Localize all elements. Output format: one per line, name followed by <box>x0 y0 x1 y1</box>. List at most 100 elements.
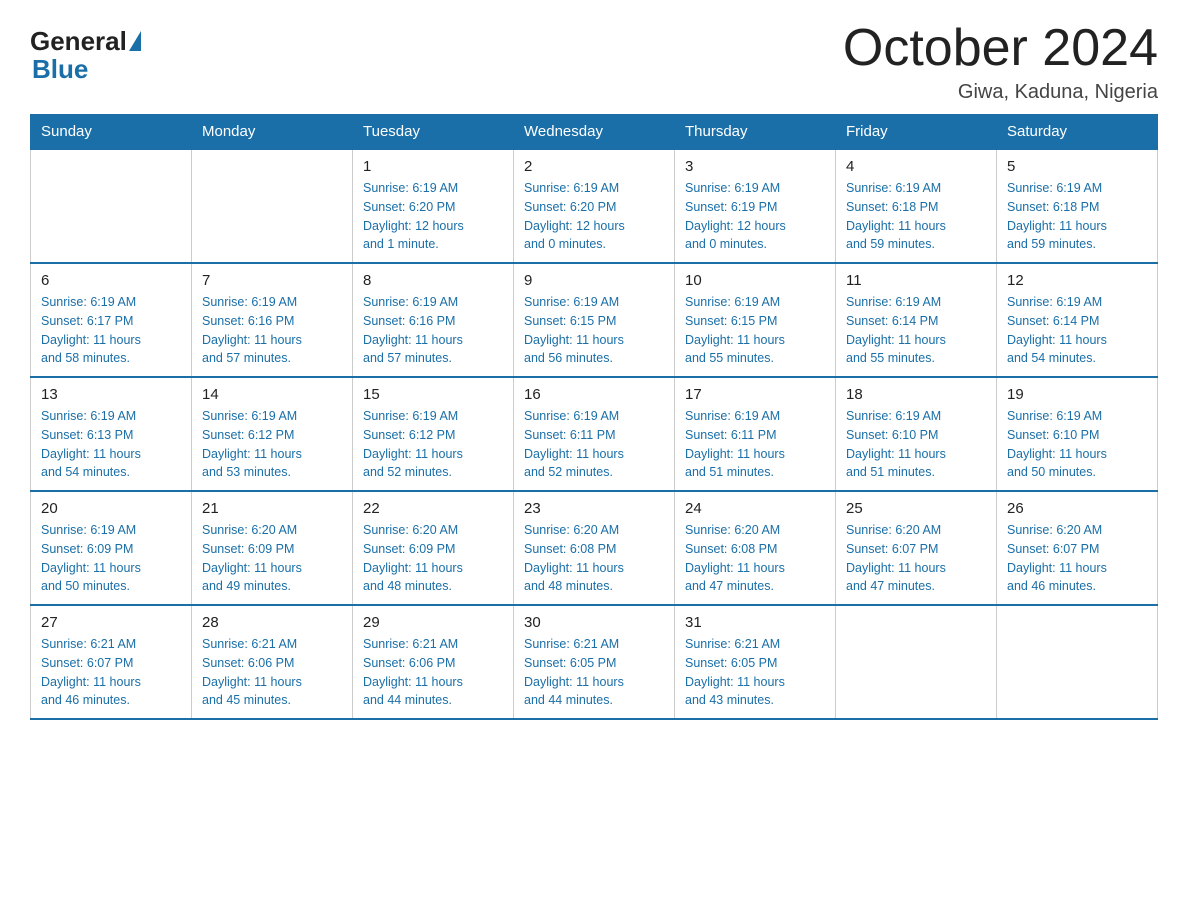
day-number: 8 <box>363 272 503 289</box>
day-info: Sunrise: 6:19 AMSunset: 6:14 PMDaylight:… <box>1007 293 1147 368</box>
day-number: 15 <box>363 386 503 403</box>
calendar-cell: 2 Sunrise: 6:19 AMSunset: 6:20 PMDaylight… <box>514 149 675 263</box>
day-info: Sunrise: 6:19 AMSunset: 6:16 PMDaylight:… <box>363 293 503 368</box>
calendar-cell: 18Sunrise: 6:19 AMSunset: 6:10 PMDayligh… <box>836 377 997 491</box>
calendar-cell: 20 Sunrise: 6:19 AMSunset: 6:09 PMDayligh… <box>31 491 192 605</box>
calendar-cell: 11 Sunrise: 6:19 AMSunset: 6:14 PMDayligh… <box>836 263 997 377</box>
calendar-week-row: 20 Sunrise: 6:19 AMSunset: 6:09 PMDayligh… <box>31 491 1158 605</box>
day-number: 11 <box>846 272 986 289</box>
calendar-cell: 23 Sunrise: 6:20 AMSunset: 6:08 PMDayligh… <box>514 491 675 605</box>
calendar-cell: 1 Sunrise: 6:19 AMSunset: 6:20 PMDaylight… <box>353 149 514 263</box>
calendar-table: SundayMondayTuesdayWednesdayThursdayFrid… <box>30 114 1158 720</box>
day-info: Sunrise: 6:19 AMSunset: 6:10 PMDaylight:… <box>1007 407 1147 482</box>
calendar-cell <box>192 149 353 263</box>
day-number: 5 <box>1007 158 1147 175</box>
day-number: 27 <box>41 614 181 631</box>
day-info: Sunrise: 6:19 AMSunset: 6:18 PMDaylight:… <box>846 179 986 254</box>
day-number: 14 <box>202 386 342 403</box>
day-number: 4 <box>846 158 986 175</box>
day-info: Sunrise: 6:19 AMSunset: 6:12 PMDaylight:… <box>363 407 503 482</box>
page-header: General Blue October 2024 Giwa, Kaduna, … <box>30 20 1158 104</box>
logo-blue-text: Blue <box>32 54 88 85</box>
day-info: Sunrise: 6:19 AMSunset: 6:14 PMDaylight:… <box>846 293 986 368</box>
calendar-cell: 25 Sunrise: 6:20 AMSunset: 6:07 PMDayligh… <box>836 491 997 605</box>
day-info: Sunrise: 6:19 AMSunset: 6:16 PMDaylight:… <box>202 293 342 368</box>
calendar-cell: 21 Sunrise: 6:20 AMSunset: 6:09 PMDayligh… <box>192 491 353 605</box>
day-info: Sunrise: 6:20 AMSunset: 6:09 PMDaylight:… <box>363 521 503 596</box>
day-info: Sunrise: 6:19 AMSunset: 6:12 PMDaylight:… <box>202 407 342 482</box>
day-number: 19 <box>1007 386 1147 403</box>
calendar-week-row: 13Sunrise: 6:19 AMSunset: 6:13 PMDayligh… <box>31 377 1158 491</box>
day-number: 21 <box>202 500 342 517</box>
day-number: 28 <box>202 614 342 631</box>
day-number: 6 <box>41 272 181 289</box>
month-title: October 2024 <box>843 20 1158 77</box>
day-info: Sunrise: 6:19 AMSunset: 6:13 PMDaylight:… <box>41 407 181 482</box>
calendar-cell: 12 Sunrise: 6:19 AMSunset: 6:14 PMDayligh… <box>997 263 1158 377</box>
day-number: 2 <box>524 158 664 175</box>
day-number: 23 <box>524 500 664 517</box>
day-info: Sunrise: 6:19 AMSunset: 6:18 PMDaylight:… <box>1007 179 1147 254</box>
location-text: Giwa, Kaduna, Nigeria <box>843 81 1158 104</box>
logo-general-text: General <box>30 28 127 54</box>
calendar-cell: 27 Sunrise: 6:21 AMSunset: 6:07 PMDayligh… <box>31 605 192 719</box>
calendar-cell: 7 Sunrise: 6:19 AMSunset: 6:16 PMDaylight… <box>192 263 353 377</box>
calendar-cell: 13Sunrise: 6:19 AMSunset: 6:13 PMDayligh… <box>31 377 192 491</box>
calendar-cell: 22Sunrise: 6:20 AMSunset: 6:09 PMDayligh… <box>353 491 514 605</box>
day-info: Sunrise: 6:20 AMSunset: 6:09 PMDaylight:… <box>202 521 342 596</box>
day-number: 29 <box>363 614 503 631</box>
day-number: 26 <box>1007 500 1147 517</box>
calendar-cell <box>31 149 192 263</box>
calendar-cell: 9 Sunrise: 6:19 AMSunset: 6:15 PMDaylight… <box>514 263 675 377</box>
day-number: 12 <box>1007 272 1147 289</box>
day-info: Sunrise: 6:19 AMSunset: 6:20 PMDaylight:… <box>524 179 664 254</box>
calendar-header-wednesday: Wednesday <box>514 115 675 150</box>
calendar-cell: 10 Sunrise: 6:19 AMSunset: 6:15 PMDayligh… <box>675 263 836 377</box>
day-number: 31 <box>685 614 825 631</box>
day-number: 16 <box>524 386 664 403</box>
day-number: 10 <box>685 272 825 289</box>
calendar-cell: 24 Sunrise: 6:20 AMSunset: 6:08 PMDayligh… <box>675 491 836 605</box>
day-number: 30 <box>524 614 664 631</box>
calendar-header-friday: Friday <box>836 115 997 150</box>
day-info: Sunrise: 6:19 AMSunset: 6:09 PMDaylight:… <box>41 521 181 596</box>
calendar-cell: 5 Sunrise: 6:19 AMSunset: 6:18 PMDaylight… <box>997 149 1158 263</box>
calendar-cell: 15 Sunrise: 6:19 AMSunset: 6:12 PMDayligh… <box>353 377 514 491</box>
day-info: Sunrise: 6:20 AMSunset: 6:08 PMDaylight:… <box>524 521 664 596</box>
calendar-week-row: 1 Sunrise: 6:19 AMSunset: 6:20 PMDaylight… <box>31 149 1158 263</box>
calendar-cell: 4 Sunrise: 6:19 AMSunset: 6:18 PMDaylight… <box>836 149 997 263</box>
calendar-header-sunday: Sunday <box>31 115 192 150</box>
calendar-cell <box>836 605 997 719</box>
calendar-cell: 8 Sunrise: 6:19 AMSunset: 6:16 PMDaylight… <box>353 263 514 377</box>
day-info: Sunrise: 6:21 AMSunset: 6:07 PMDaylight:… <box>41 635 181 710</box>
day-info: Sunrise: 6:21 AMSunset: 6:06 PMDaylight:… <box>363 635 503 710</box>
calendar-week-row: 27 Sunrise: 6:21 AMSunset: 6:07 PMDayligh… <box>31 605 1158 719</box>
calendar-header-tuesday: Tuesday <box>353 115 514 150</box>
day-number: 20 <box>41 500 181 517</box>
day-info: Sunrise: 6:20 AMSunset: 6:07 PMDaylight:… <box>846 521 986 596</box>
day-info: Sunrise: 6:20 AMSunset: 6:08 PMDaylight:… <box>685 521 825 596</box>
calendar-cell <box>997 605 1158 719</box>
day-info: Sunrise: 6:19 AMSunset: 6:20 PMDaylight:… <box>363 179 503 254</box>
calendar-cell: 14 Sunrise: 6:19 AMSunset: 6:12 PMDayligh… <box>192 377 353 491</box>
day-number: 1 <box>363 158 503 175</box>
day-info: Sunrise: 6:19 AMSunset: 6:10 PMDaylight:… <box>846 407 986 482</box>
calendar-cell: 29 Sunrise: 6:21 AMSunset: 6:06 PMDayligh… <box>353 605 514 719</box>
day-info: Sunrise: 6:19 AMSunset: 6:11 PMDaylight:… <box>685 407 825 482</box>
calendar-cell: 30 Sunrise: 6:21 AMSunset: 6:05 PMDayligh… <box>514 605 675 719</box>
day-info: Sunrise: 6:19 AMSunset: 6:19 PMDaylight:… <box>685 179 825 254</box>
calendar-week-row: 6 Sunrise: 6:19 AMSunset: 6:17 PMDaylight… <box>31 263 1158 377</box>
day-number: 9 <box>524 272 664 289</box>
day-number: 25 <box>846 500 986 517</box>
calendar-cell: 26Sunrise: 6:20 AMSunset: 6:07 PMDayligh… <box>997 491 1158 605</box>
day-info: Sunrise: 6:19 AMSunset: 6:15 PMDaylight:… <box>685 293 825 368</box>
day-number: 3 <box>685 158 825 175</box>
day-info: Sunrise: 6:21 AMSunset: 6:05 PMDaylight:… <box>524 635 664 710</box>
day-number: 7 <box>202 272 342 289</box>
calendar-cell: 31Sunrise: 6:21 AMSunset: 6:05 PMDayligh… <box>675 605 836 719</box>
day-info: Sunrise: 6:19 AMSunset: 6:17 PMDaylight:… <box>41 293 181 368</box>
day-number: 24 <box>685 500 825 517</box>
calendar-cell: 17Sunrise: 6:19 AMSunset: 6:11 PMDayligh… <box>675 377 836 491</box>
day-info: Sunrise: 6:19 AMSunset: 6:15 PMDaylight:… <box>524 293 664 368</box>
calendar-cell: 3 Sunrise: 6:19 AMSunset: 6:19 PMDaylight… <box>675 149 836 263</box>
